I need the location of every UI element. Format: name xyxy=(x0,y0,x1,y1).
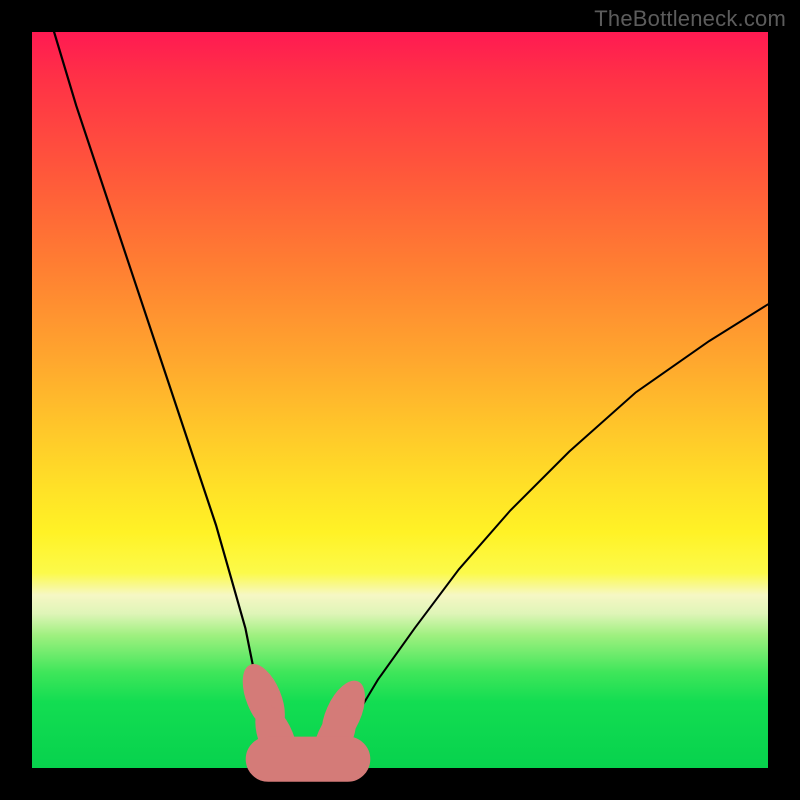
floor-marker xyxy=(246,737,370,781)
plot-area xyxy=(32,32,768,768)
right-branch-curve xyxy=(330,304,768,753)
markers xyxy=(235,659,373,781)
watermark-text: TheBottleneck.com xyxy=(594,6,786,32)
left-branch-curve xyxy=(54,32,286,753)
curve-layer xyxy=(32,32,768,768)
chart-frame: TheBottleneck.com xyxy=(0,0,800,800)
